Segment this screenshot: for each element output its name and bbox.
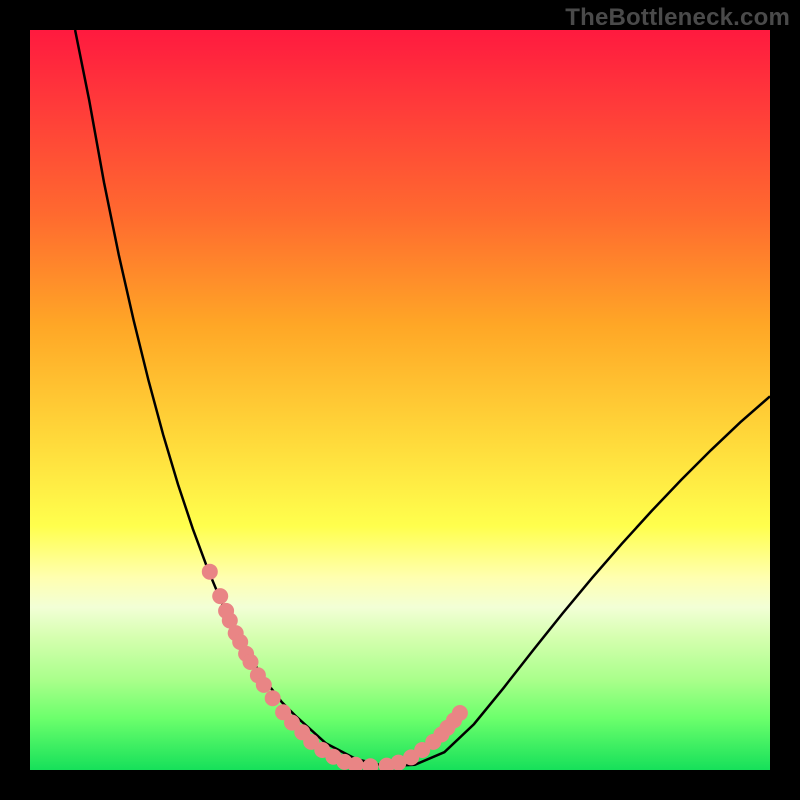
curve-marker bbox=[452, 705, 468, 721]
curve-markers bbox=[202, 564, 468, 770]
chart-frame: TheBottleneck.com bbox=[0, 0, 800, 800]
curve-marker bbox=[256, 677, 272, 693]
bottleneck-curve-svg bbox=[30, 30, 770, 770]
bottleneck-curve bbox=[75, 30, 770, 766]
curve-marker bbox=[265, 690, 281, 706]
watermark-text: TheBottleneck.com bbox=[565, 4, 790, 32]
curve-marker bbox=[212, 588, 228, 604]
curve-marker bbox=[202, 564, 218, 580]
plot-area bbox=[30, 30, 770, 770]
